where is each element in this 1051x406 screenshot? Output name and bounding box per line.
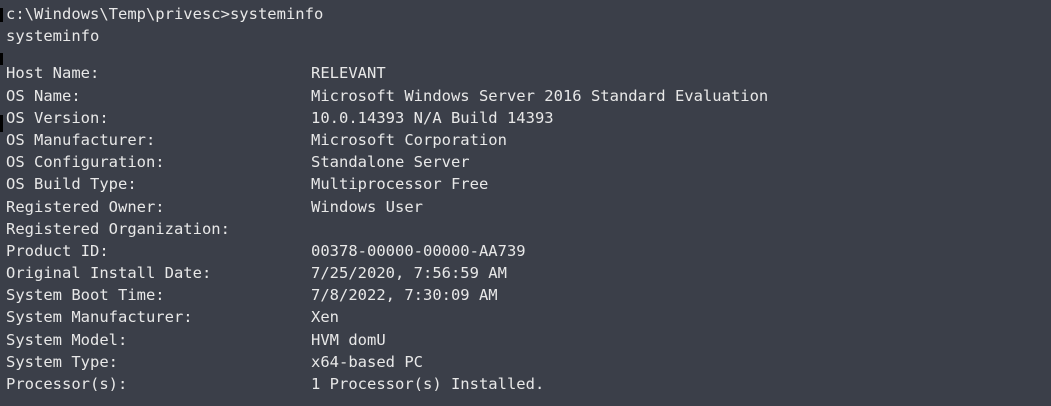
output-key: System Model: xyxy=(6,330,128,349)
output-value: x64-based PC xyxy=(311,352,423,371)
output-key: OS Version: xyxy=(6,108,109,127)
output-row: System Boot Time: 7/8/2022, 7:30:09 AM xyxy=(6,284,1051,306)
output-key: Processor(s): xyxy=(6,375,128,393)
output-value xyxy=(311,218,1051,240)
output-key: OS Name: xyxy=(6,86,81,105)
output-row: Product ID: 00378-00000-00000-AA739 xyxy=(6,240,1051,262)
output-key: Original Install Date: xyxy=(6,264,212,283)
output-key: OS Build Type: xyxy=(6,175,137,194)
output-value: RELEVANT xyxy=(311,64,386,83)
edge-artifact xyxy=(0,53,3,65)
output-row: System Manufacturer: Xen xyxy=(6,306,1051,328)
output-key: Host Name: xyxy=(6,64,100,83)
output-row: OS Configuration: Standalone Server xyxy=(6,151,1051,173)
output-row: System Type: x64-based PC xyxy=(6,351,1051,373)
output-key: System Boot Time: xyxy=(6,286,165,305)
output-row: Host Name: RELEVANT xyxy=(6,62,1051,84)
output-row: Registered Organization: xyxy=(6,218,1051,240)
output-value: 1 Processor(s) Installed. xyxy=(311,375,545,393)
command-prompt-line: c:\Windows\Temp\privesc>systeminfo xyxy=(6,5,324,23)
output-value: 7/25/2020, 7:56:59 AM xyxy=(311,264,507,283)
terminal-window[interactable]: c:\Windows\Temp\privesc>systeminfo syste… xyxy=(0,0,1051,406)
output-value: 00378-00000-00000-AA739 xyxy=(311,241,526,260)
output-value: 7/8/2022, 7:30:09 AM xyxy=(311,286,498,305)
output-row: OS Name: Microsoft Windows Server 2016 St… xyxy=(6,85,1051,107)
output-key: OS Configuration: xyxy=(6,153,165,172)
output-row: OS Build Type: Multiprocessor Free xyxy=(6,173,1051,195)
command-echo-line: systeminfo xyxy=(6,27,100,46)
output-key: System Type: xyxy=(6,352,118,371)
edge-artifact xyxy=(0,8,3,22)
output-value: HVM domU xyxy=(311,330,386,349)
edge-artifact xyxy=(0,115,3,132)
systeminfo-output: Host Name: RELEVANT OS Name: Microsoft Wind… xyxy=(6,62,1051,395)
output-row: OS Manufacturer: Microsoft Corporation xyxy=(6,129,1051,151)
output-value: Windows User xyxy=(311,197,423,216)
output-row: Registered Owner: Windows User xyxy=(6,196,1051,218)
output-row: System Model: HVM domU xyxy=(6,329,1051,351)
output-key: Registered Organization: xyxy=(6,219,230,238)
output-key: OS Manufacturer: xyxy=(6,130,156,149)
output-value: Microsoft Corporation xyxy=(311,130,507,149)
output-row: Processor(s): 1 Processor(s) Installed. xyxy=(6,373,1051,395)
output-value: Xen xyxy=(311,308,339,327)
output-row: Original Install Date: 7/25/2020, 7:56:59… xyxy=(6,262,1051,284)
output-value: 10.0.14393 N/A Build 14393 xyxy=(311,108,554,127)
output-key: System Manufacturer: xyxy=(6,308,193,327)
output-value: Standalone Server xyxy=(311,153,470,172)
output-key: Registered Owner: xyxy=(6,197,165,216)
output-value: Multiprocessor Free xyxy=(311,175,489,194)
output-row: OS Version: 10.0.14393 N/A Build 14393 xyxy=(6,107,1051,129)
output-key: Product ID: xyxy=(6,241,109,260)
output-value: Microsoft Windows Server 2016 Standard E… xyxy=(311,86,769,105)
